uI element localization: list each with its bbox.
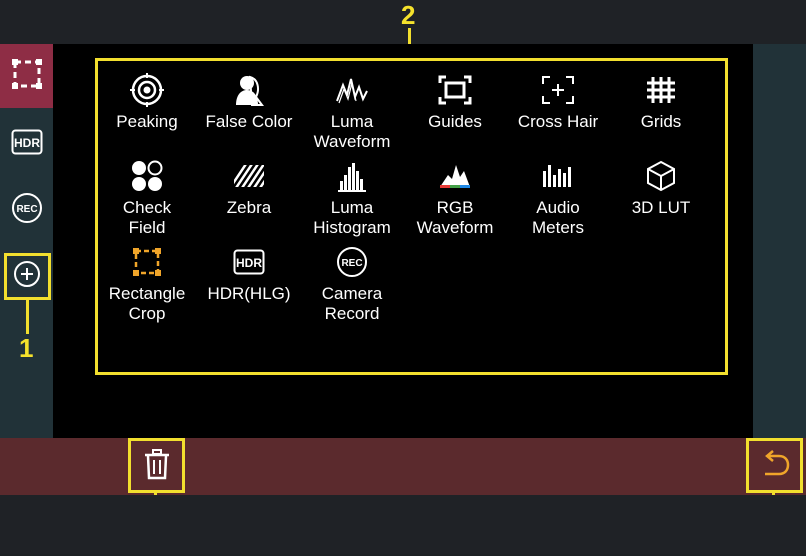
callout-line-1 [26,300,29,334]
callout-box-1 [4,253,51,300]
false-color-icon [232,73,266,111]
tool-luma-histogram[interactable]: Luma Histogram [300,158,404,238]
svg-text:REC: REC [341,258,362,269]
tool-label: Cross Hair [517,112,599,131]
tool-rectangle-crop[interactable]: Rectangle Crop [95,244,199,324]
tool-label: Rectangle Crop [108,284,186,323]
tool-zebra[interactable]: Zebra [197,158,301,218]
trash-icon [142,448,172,484]
tool-camera-record[interactable]: REC Camera Record [300,244,404,324]
tool-luma-waveform[interactable]: Luma Waveform [300,72,404,152]
cross-hair-icon [541,75,575,109]
tool-hdr-hlg[interactable]: HDR HDR(HLG) [197,244,301,304]
svg-text:HDR: HDR [236,256,262,270]
sidebar-item-hdr[interactable]: HDR [0,112,53,176]
left-sidebar: HDR REC [0,44,53,438]
tool-label: Audio Meters [532,198,584,237]
right-sidebar [753,44,806,438]
tool-cross-hair[interactable]: Cross Hair [506,72,610,132]
rectangle-crop-icon [131,246,163,282]
svg-text:HDR: HDR [14,136,40,150]
tool-3d-lut[interactable]: 3D LUT [609,158,713,218]
tool-label: Zebra [226,198,272,217]
peaking-icon [130,73,164,111]
callout-number-1: 1 [19,333,34,363]
tool-label: Luma Waveform [313,112,391,151]
tool-label: Guides [428,112,482,131]
record-icon: REC [11,192,43,228]
tool-grids[interactable]: Grids [609,72,713,132]
tool-label: 3D LUT [631,198,691,217]
sidebar-item-rectangle-crop[interactable] [0,44,53,108]
back-arrow-icon [759,449,791,482]
luma-waveform-icon [335,73,369,111]
tool-check-field[interactable]: Check Field [95,158,199,238]
audio-meters-icon [541,161,575,195]
svg-text:REC: REC [16,204,37,215]
callout-number-2: 2 [401,0,416,30]
tool-label: HDR(HLG) [207,284,291,303]
luma-histogram-icon [335,159,369,197]
tool-label: Luma Histogram [313,198,391,237]
tool-guides[interactable]: Guides [403,72,507,132]
tool-label: Check Field [122,198,172,237]
tool-label: Peaking [116,112,178,131]
tool-label: Grids [640,112,682,131]
check-field-icon [130,159,164,197]
bottom-bar [0,438,806,495]
tool-peaking[interactable]: Peaking [95,72,199,132]
tool-rgb-waveform[interactable]: RGB Waveform [403,158,507,238]
back-button[interactable] [746,438,803,493]
zebra-icon [232,161,266,195]
footer-area [0,495,806,554]
grids-icon [644,75,678,109]
tool-audio-meters[interactable]: Audio Meters [506,158,610,238]
rgb-waveform-icon [438,161,472,195]
hdr-icon: HDR [11,129,43,159]
camera-record-icon: REC [336,246,368,282]
tool-label: Camera Record [321,284,383,323]
hdr-icon: HDR [233,249,265,279]
3d-lut-icon [646,160,676,196]
delete-button[interactable] [128,438,185,493]
tool-label: RGB Waveform [416,198,494,237]
tool-label: False Color [205,112,293,131]
sidebar-item-record[interactable]: REC [0,178,53,242]
tool-false-color[interactable]: False Color [197,72,301,132]
rectangle-crop-icon [10,57,44,95]
guides-icon [438,75,472,109]
